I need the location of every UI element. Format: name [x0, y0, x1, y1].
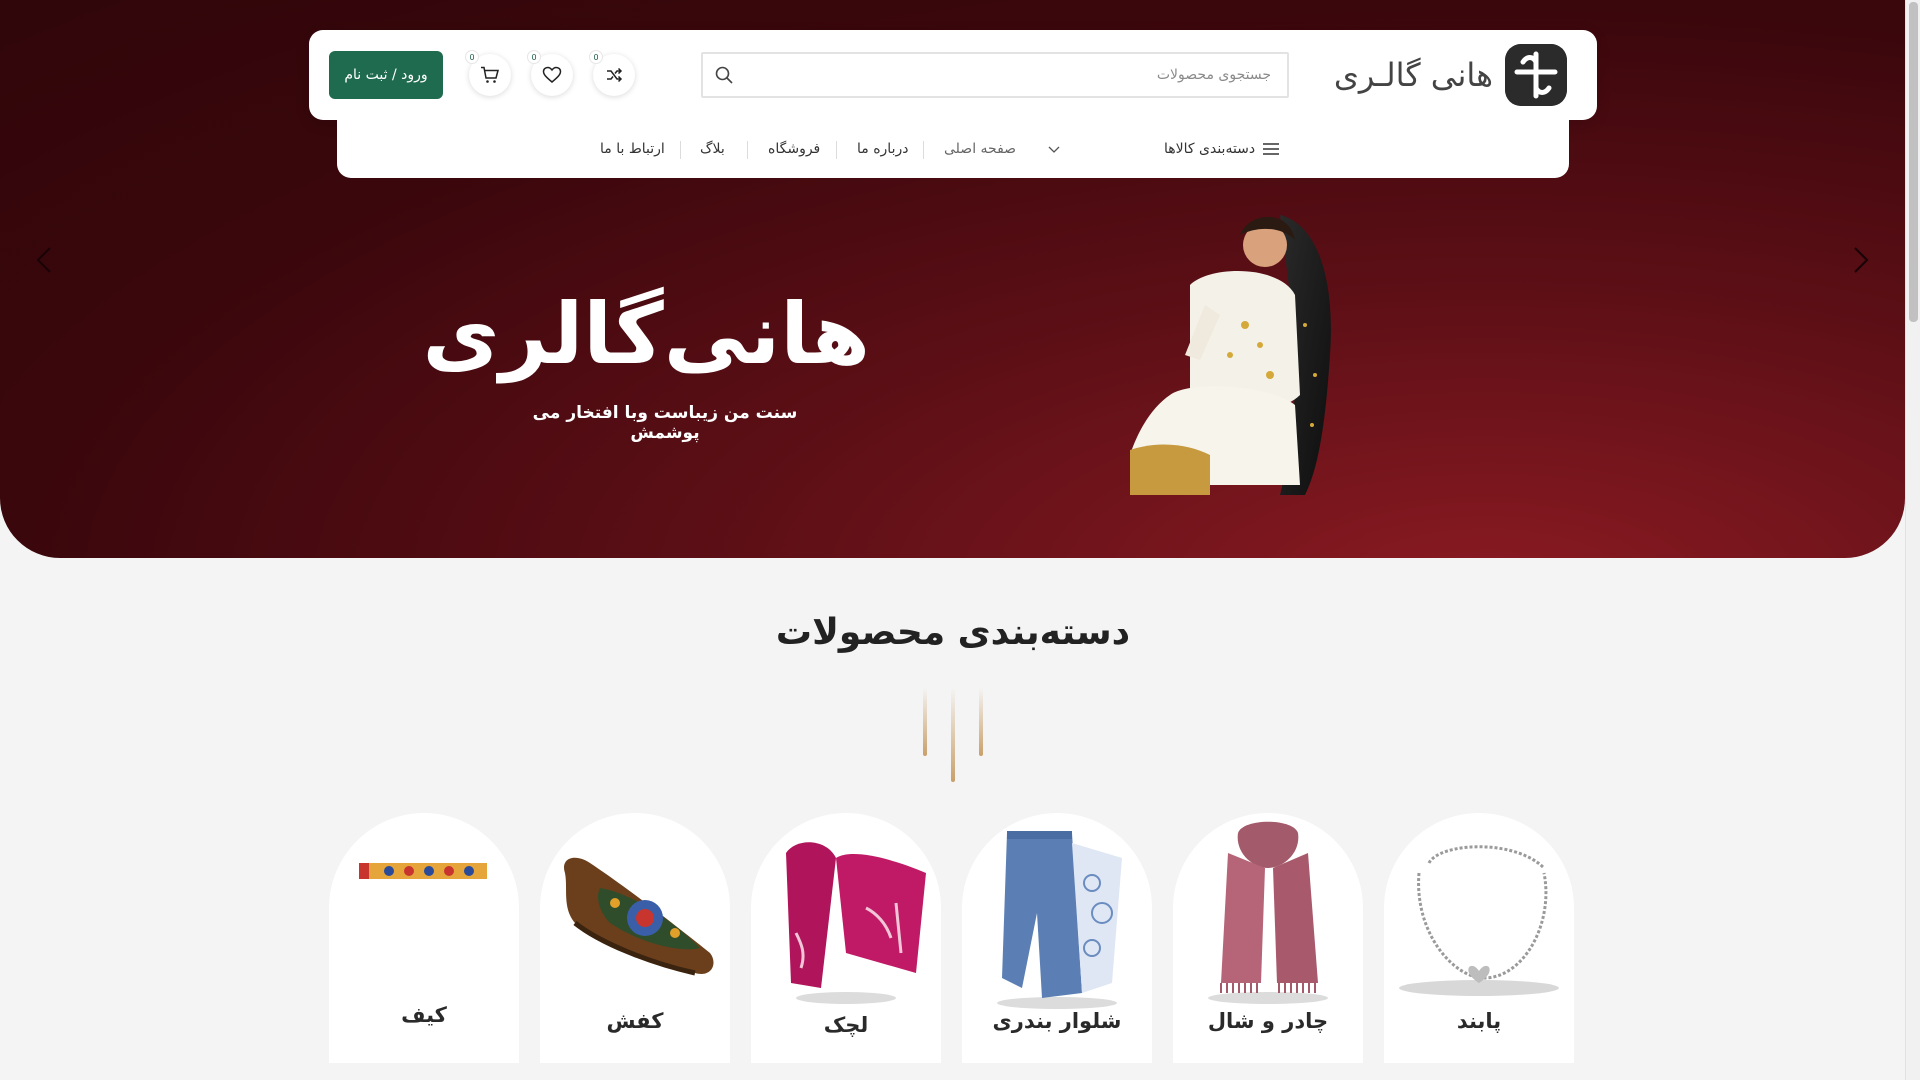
scrollbar-thumb[interactable]	[1909, 2, 1918, 322]
compare-count-badge: 0	[589, 50, 603, 64]
compare-button[interactable]: 0	[589, 50, 635, 96]
anklet-image	[1399, 845, 1559, 996]
cart-count-badge: 0	[465, 50, 479, 64]
page-scrollbar[interactable]	[1905, 0, 1920, 1080]
bag-image	[359, 863, 487, 879]
category-card-anklet[interactable]: پابند	[1384, 813, 1574, 1063]
scarf-image	[1208, 821, 1328, 1004]
nav-item-about[interactable]: درباره ما	[857, 120, 908, 178]
nav-item-contact[interactable]: ارتباط با ما	[600, 120, 665, 178]
menu-icon	[1263, 143, 1280, 155]
category-label: چادر و شال	[1207, 1009, 1329, 1033]
category-label: کفش	[606, 1009, 664, 1033]
nav-item-home[interactable]: صفحه اصلی	[944, 120, 1016, 178]
main-nav: دسته‌بندی کالاها صفحه اصلی درباره ما فرو…	[337, 120, 1569, 178]
pants-image	[997, 831, 1122, 1009]
categories-menu-button[interactable]: دسته‌بندی کالاها	[1164, 120, 1280, 178]
decorative-lines	[923, 688, 983, 782]
category-card-pants[interactable]: شلوار بندری	[962, 813, 1152, 1063]
slider-prev-icon[interactable]	[30, 240, 60, 280]
category-card-shoe[interactable]: کفش	[540, 813, 730, 1063]
nav-divider	[680, 141, 681, 159]
category-card-scarf[interactable]: چادر و شال	[1173, 813, 1363, 1063]
nav-item-blog[interactable]: بلاگ	[700, 120, 725, 178]
hero-model-image	[1130, 215, 1331, 495]
category-card-headscarf[interactable]: لچک	[751, 813, 941, 1063]
search-bar	[701, 52, 1289, 98]
hero-title: هانی‌گالری	[422, 285, 872, 383]
brand-name: هانی گالـری	[1333, 56, 1493, 94]
category-label: پابند	[1456, 1009, 1502, 1033]
category-label: شلوار بندری	[992, 1009, 1122, 1033]
category-label: لچک	[823, 1013, 869, 1037]
nav-divider	[747, 141, 748, 159]
cart-icon	[481, 66, 499, 83]
headscarf-image	[786, 842, 926, 1004]
categories-section-title: دسته‌بندی محصولات	[775, 612, 1131, 653]
nav-divider	[836, 141, 837, 159]
brand-logo[interactable]: هانی گالـری	[1334, 44, 1567, 106]
category-label: کیف	[401, 1003, 447, 1027]
login-register-button[interactable]: ورود / ثبت نام	[329, 51, 443, 99]
wishlist-count-badge: 0	[527, 50, 541, 64]
nav-item-shop[interactable]: فروشگاه	[768, 120, 820, 178]
cart-button[interactable]: 0	[465, 50, 511, 96]
hero-subtitle: سنت من زیباست وبا افتخار می پوشمش	[532, 403, 798, 443]
slider-next-icon[interactable]	[1845, 240, 1875, 280]
shoe-image	[564, 857, 714, 976]
heart-icon	[542, 66, 562, 83]
search-icon[interactable]	[703, 54, 745, 96]
categories-menu-label: دسته‌بندی کالاها	[1164, 141, 1256, 157]
chevron-down-icon[interactable]	[1048, 144, 1060, 154]
nav-divider	[923, 141, 924, 159]
wishlist-button[interactable]: 0	[527, 50, 573, 96]
category-card-bag[interactable]: کیف	[329, 813, 519, 1063]
header-bar: هانی گالـری 0 0 0 ورود / ثبت نام	[309, 30, 1597, 120]
shuffle-icon	[607, 67, 623, 83]
brand-logo-icon	[1505, 44, 1567, 106]
search-input[interactable]	[745, 54, 1287, 96]
